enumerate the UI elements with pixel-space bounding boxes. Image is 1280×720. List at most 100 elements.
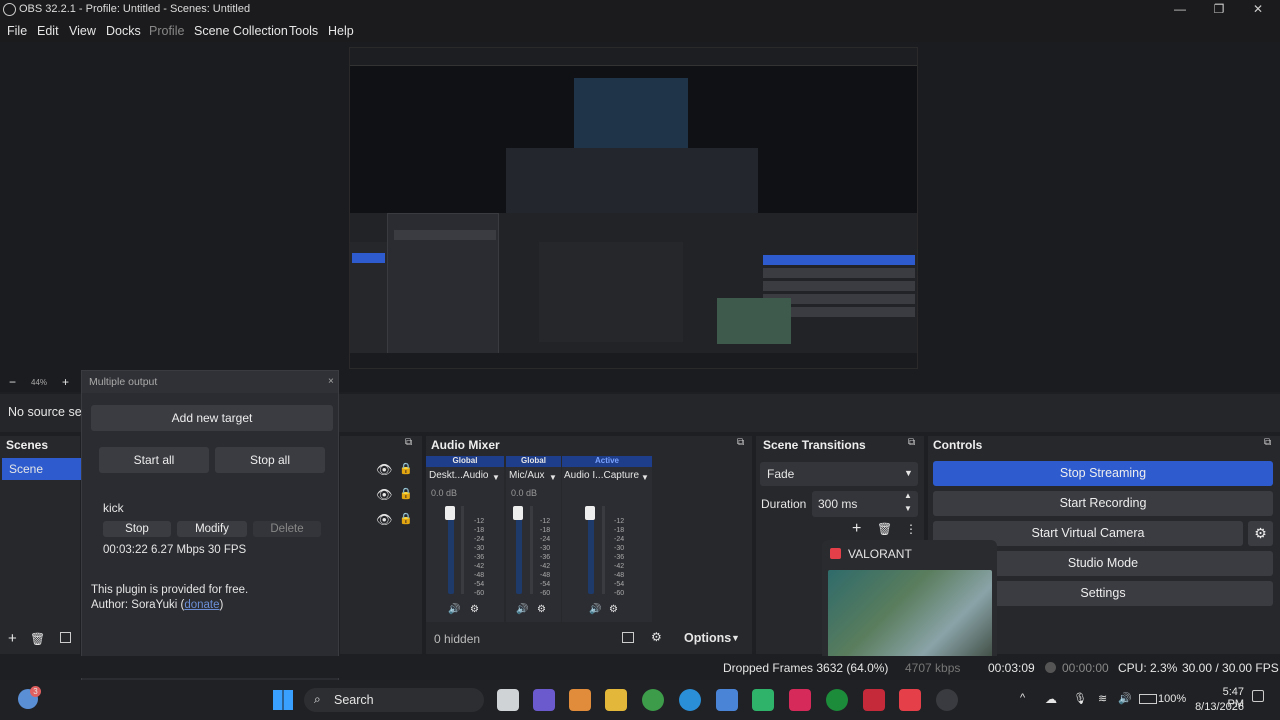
channel-name[interactable]: Audio I...Capture <box>564 470 639 481</box>
speaker-icon[interactable]: 🔊 <box>448 604 460 615</box>
battery-icon[interactable] <box>1139 694 1157 704</box>
dock-float-icon[interactable]: ⧉ <box>1264 437 1271 448</box>
add-transition-icon[interactable]: + <box>852 520 861 538</box>
lock-icon[interactable]: 🔒 <box>399 487 413 500</box>
menu-file[interactable]: File <box>7 24 27 38</box>
chevron-down-icon[interactable]: ▼ <box>731 633 740 643</box>
eye-icon[interactable]: 👁 <box>376 487 393 503</box>
microphone-icon[interactable]: 🎙 <box>1073 692 1087 705</box>
eye-icon[interactable]: 👁 <box>376 462 393 478</box>
clock-date[interactable]: 8/13/2026 <box>1194 701 1244 713</box>
plugin-note: This plugin is provided for free. <box>91 584 249 596</box>
record-dot-icon <box>1045 662 1056 673</box>
title-bar: OBS 32.2.1 - Profile: Untitled - Scenes:… <box>0 0 1280 20</box>
close-icon[interactable]: ✕ <box>1248 2 1268 16</box>
chevron-down-icon[interactable]: ▼ <box>641 473 649 482</box>
gear-icon[interactable]: ⚙ <box>470 604 479 615</box>
close-icon[interactable]: × <box>328 376 334 387</box>
obs-icon[interactable] <box>936 689 958 711</box>
chevron-down-icon[interactable]: ▼ <box>904 468 913 478</box>
layout-icon[interactable] <box>622 632 634 643</box>
edge-icon[interactable] <box>679 689 701 711</box>
wifi-icon[interactable]: ≋ <box>1098 692 1107 705</box>
stop-streaming-button[interactable]: Stop Streaming <box>933 461 1273 486</box>
volume-slider[interactable] <box>445 506 455 520</box>
trash-icon[interactable]: 🗑 <box>30 632 45 646</box>
gear-icon[interactable]: ⚙ <box>651 630 662 644</box>
xbox-icon[interactable] <box>826 689 848 711</box>
chevron-down-icon[interactable]: ▼ <box>492 473 500 482</box>
volume-slider[interactable] <box>513 506 523 520</box>
gear-icon[interactable]: ⚙ <box>1248 521 1273 546</box>
mixer-options-button[interactable]: Options <box>684 631 731 645</box>
app-icon[interactable] <box>752 689 774 711</box>
filter-icon[interactable] <box>60 632 71 643</box>
target-stats: 00:03:22 6.27 Mbps 30 FPS <box>103 544 247 556</box>
app-icon[interactable] <box>789 689 811 711</box>
menu-edit[interactable]: Edit <box>37 24 59 38</box>
teams-icon[interactable] <box>533 689 555 711</box>
menu-help[interactable]: Help <box>328 24 354 38</box>
task-view-icon[interactable] <box>497 689 519 711</box>
add-target-button[interactable]: Add new target <box>91 405 333 431</box>
delete-target-button[interactable]: Delete <box>253 521 321 537</box>
channel-name[interactable]: Mic/Aux <box>509 470 545 481</box>
stop-all-button[interactable]: Stop all <box>215 447 325 473</box>
gear-icon[interactable]: ⚙ <box>537 604 546 615</box>
chevron-down-icon[interactable]: ▼ <box>549 473 557 482</box>
minimize-icon[interactable]: — <box>1170 2 1190 16</box>
trash-icon[interactable]: 🗑 <box>877 522 892 536</box>
battery-percent: 100% <box>1158 693 1187 705</box>
transition-select[interactable]: Fade ▼ <box>760 462 918 486</box>
speaker-icon[interactable]: 🔊 <box>589 604 601 615</box>
zoom-in-button[interactable]: + <box>62 375 69 389</box>
speaker-icon[interactable]: 🔊 <box>516 604 528 615</box>
gear-icon[interactable]: ⚙ <box>609 604 618 615</box>
transition-value: Fade <box>767 467 795 481</box>
dock-float-icon[interactable]: ⧉ <box>737 437 744 448</box>
menu-view[interactable]: View <box>69 24 96 38</box>
duration-spinbox[interactable]: 300 ms ▲ ▼ <box>812 491 918 517</box>
controls-title: Controls <box>933 438 983 452</box>
taskbar-search[interactable]: ⌕ Search <box>304 688 484 712</box>
cloud-icon[interactable]: ☁ <box>1045 692 1057 706</box>
more-icon[interactable]: ⋮ <box>905 522 917 536</box>
preview-canvas[interactable] <box>349 47 918 369</box>
channel-name[interactable]: Deskt...Audio <box>429 470 488 481</box>
hidden-count: 0 hidden <box>434 632 481 646</box>
modify-target-button[interactable]: Modify <box>177 521 247 537</box>
chrome-icon[interactable] <box>642 689 664 711</box>
volume-icon[interactable]: 🔊 <box>1118 692 1132 705</box>
add-scene-icon[interactable]: + <box>8 630 17 647</box>
menu-scene-collection[interactable]: Scene Collection <box>194 24 288 38</box>
eye-icon[interactable]: 👁 <box>376 512 393 528</box>
start-all-button[interactable]: Start all <box>99 447 209 473</box>
maximize-icon[interactable]: ❐ <box>1209 2 1229 16</box>
copilot-icon[interactable] <box>569 689 591 711</box>
dock-float-icon[interactable]: ⧉ <box>405 437 412 448</box>
donate-link[interactable]: donate <box>184 599 219 611</box>
scene-item[interactable]: Scene <box>2 458 82 480</box>
stop-target-button[interactable]: Stop <box>103 521 171 537</box>
riot-icon[interactable] <box>863 689 885 711</box>
menu-docks[interactable]: Docks <box>106 24 141 38</box>
volume-slider[interactable] <box>585 506 595 520</box>
menu-tools[interactable]: Tools <box>289 24 318 38</box>
chevron-up-icon[interactable]: ^ <box>1020 692 1025 704</box>
menu-profile[interactable]: Profile <box>149 24 184 38</box>
file-explorer-icon[interactable] <box>605 689 627 711</box>
notifications-icon[interactable] <box>1252 690 1264 702</box>
chevron-up-icon[interactable]: ▲ <box>904 491 912 500</box>
chevron-down-icon[interactable]: ▼ <box>904 504 912 513</box>
lock-icon[interactable]: 🔒 <box>399 512 413 525</box>
store-icon[interactable] <box>716 689 738 711</box>
channel-tag: Active <box>562 456 652 467</box>
zoom-out-button[interactable]: − <box>9 375 16 389</box>
lock-icon[interactable]: 🔒 <box>399 462 413 475</box>
start-icon[interactable] <box>273 690 293 710</box>
taskbar-thumbnail[interactable]: VALORANT <box>822 540 997 665</box>
valorant-icon[interactable] <box>899 689 921 711</box>
dock-float-icon[interactable]: ⧉ <box>908 437 915 448</box>
db-scale: -12 -18 -24 -30 -36 -42 -48 -54 -60 <box>474 518 485 597</box>
start-recording-button[interactable]: Start Recording <box>933 491 1273 516</box>
